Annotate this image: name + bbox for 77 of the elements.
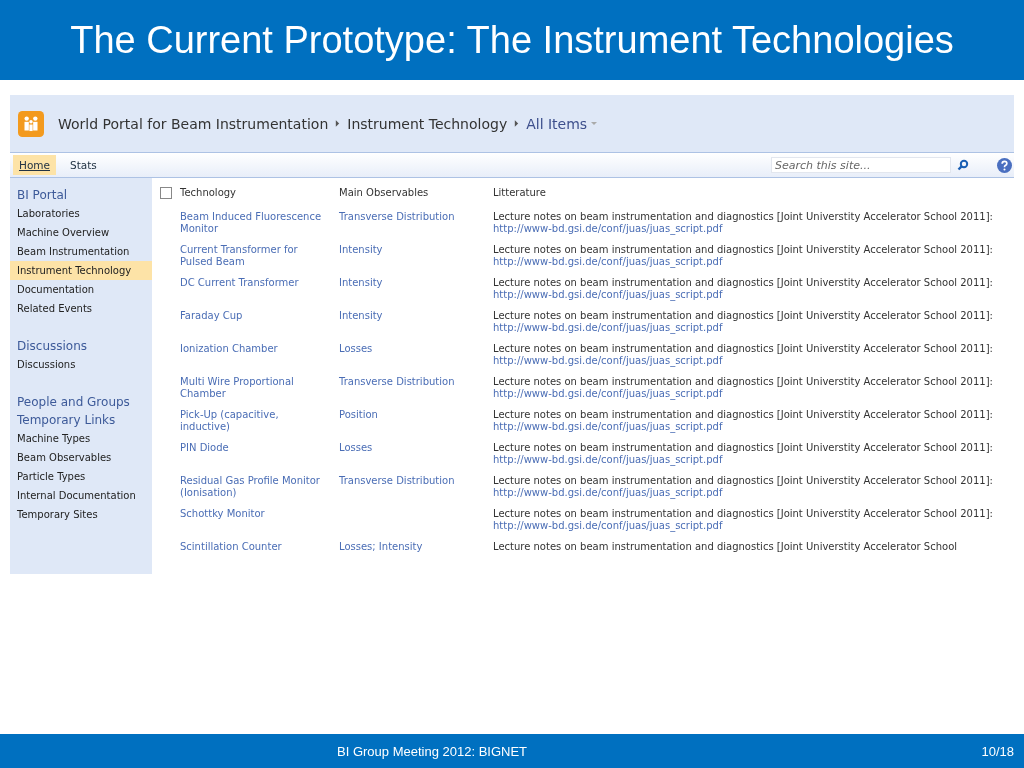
people-logo-icon	[18, 110, 44, 137]
sidebar-heading[interactable]: BI Portal	[10, 186, 152, 204]
technology-link[interactable]: Faraday Cup	[180, 310, 331, 322]
observables-cell: Transverse Distribution	[339, 376, 455, 387]
literature-cell: Lecture notes on beam instrumentation and diagnostics [Joint Universtity Accelerator School 2011]: http://www-bd.gsi.de/conf/juas/juas_script.pdf	[493, 244, 993, 267]
technology-link[interactable]: Pick-Up (capacitive, inductive)	[180, 409, 331, 433]
technology-link[interactable]: Beam Induced Fluorescence Monitor	[180, 211, 331, 235]
observables-cell: Intensity	[339, 310, 383, 321]
sidebar-item[interactable]: Particle Types	[10, 467, 152, 486]
technology-link[interactable]: Schottky Monitor	[180, 508, 331, 520]
search-icon[interactable]	[957, 159, 969, 171]
sidebar-item[interactable]: Machine Types	[10, 429, 152, 448]
technology-link[interactable]: Residual Gas Profile Monitor (Ionisation)	[180, 475, 331, 499]
literature-cell: Lecture notes on beam instrumentation and diagnostics [Joint Universtity Accelerator School 2011]: http://www-bd.gsi.de/conf/juas/juas_script.pdf	[493, 310, 993, 333]
slide-title: The Current Prototype: The Instrument Technologies	[70, 18, 954, 62]
technology-link[interactable]: PIN Diode	[180, 442, 331, 454]
literature-link[interactable]: http://www-bd.gsi.de/conf/juas/juas_script.pdf	[493, 223, 723, 234]
technology-link[interactable]: Ionization Chamber	[180, 343, 331, 355]
page-number: 10/18	[981, 743, 1014, 759]
technology-link[interactable]: Current Transformer for Pulsed Beam	[180, 244, 331, 268]
search-field[interactable]: Search this site...	[771, 157, 951, 173]
breadcrumb-arrow-icon	[514, 120, 520, 127]
observables-cell: Position	[339, 409, 378, 420]
column-header[interactable]: Main Observables	[339, 187, 429, 198]
observables-cell: Losses	[339, 442, 373, 453]
sidebar-item[interactable]: Discussions	[10, 355, 152, 374]
literature-link[interactable]: http://www-bd.gsi.de/conf/juas/juas_script.pdf	[493, 454, 723, 465]
literature-cell: Lecture notes on beam instrumentation and diagnostics [Joint Universtity Accelerator School 2011]: http://www-bd.gsi.de/conf/juas/juas_script.pdf	[493, 508, 993, 531]
footer-text: BI Group Meeting 2012: BIGNET	[337, 743, 528, 759]
literature-cell: Lecture notes on beam instrumentation and diagnostics [Joint Universtity Accelerator School 2011]: http://www-bd.gsi.de/conf/juas/juas_script.pdf	[493, 409, 993, 432]
literature-cell: Lecture notes on beam instrumentation and diagnostics [Joint Universtity Accelerator School 2011]: http://www-bd.gsi.de/conf/juas/juas_script.pdf	[493, 376, 993, 399]
sidebar-item[interactable]: Internal Documentation	[10, 486, 152, 505]
literature-cell: Lecture notes on beam instrumentation and diagnostics [Joint Universtity Accelerator School	[493, 541, 958, 552]
nav-tab[interactable]: Home	[13, 155, 56, 175]
breadcrumb-link[interactable]: Instrument Technology	[347, 115, 508, 132]
technology-link[interactable]: Scintillation Counter	[180, 541, 331, 553]
literature-link[interactable]: http://www-bd.gsi.de/conf/juas/juas_script.pdf	[493, 256, 723, 267]
literature-link[interactable]: http://www-bd.gsi.de/conf/juas/juas_script.pdf	[493, 289, 723, 300]
technology-link[interactable]: DC Current Transformer	[180, 277, 331, 289]
sidebar-item[interactable]: Documentation	[10, 280, 152, 299]
observables-cell: Intensity	[339, 244, 383, 255]
sidebar-heading[interactable]: People and Groups	[10, 393, 152, 411]
help-icon[interactable]	[997, 157, 1012, 173]
select-all-checkbox[interactable]	[160, 187, 172, 199]
literature-link[interactable]: http://www-bd.gsi.de/conf/juas/juas_script.pdf	[493, 421, 723, 432]
sidebar-item[interactable]: Laboratories	[10, 204, 152, 223]
observables-cell: Intensity	[339, 277, 383, 288]
caret-icon	[591, 122, 598, 125]
literature-cell: Lecture notes on beam instrumentation and diagnostics [Joint Universtity Accelerator School 2011]: http://www-bd.gsi.de/conf/juas/juas_script.pdf	[493, 343, 993, 366]
literature-link[interactable]: http://www-bd.gsi.de/conf/juas/juas_script.pdf	[493, 322, 723, 333]
column-header[interactable]: Technology	[180, 187, 236, 198]
literature-cell: Lecture notes on beam instrumentation and diagnostics [Joint Universtity Accelerator School 2011]: http://www-bd.gsi.de/conf/juas/juas_script.pdf	[493, 277, 993, 300]
observables-cell: Transverse Distribution	[339, 475, 455, 486]
sidebar-heading[interactable]: Temporary Links	[10, 411, 152, 429]
sidebar-heading[interactable]: Discussions	[10, 337, 152, 355]
sidebar-item[interactable]: Beam Observables	[10, 448, 152, 467]
sidebar-item[interactable]: Machine Overview	[10, 223, 152, 242]
literature-link[interactable]: http://www-bd.gsi.de/conf/juas/juas_script.pdf	[493, 388, 723, 399]
literature-link[interactable]: http://www-bd.gsi.de/conf/juas/juas_script.pdf	[493, 487, 723, 498]
observables-cell: Losses; Intensity	[339, 541, 423, 552]
literature-cell: Lecture notes on beam instrumentation and diagnostics [Joint Universtity Accelerator School 2011]: http://www-bd.gsi.de/conf/juas/juas_script.pdf	[493, 211, 993, 234]
literature-link[interactable]: http://www-bd.gsi.de/conf/juas/juas_script.pdf	[493, 520, 723, 531]
breadcrumb-arrow-icon	[335, 120, 341, 127]
sidebar-item[interactable]: Temporary Sites	[10, 505, 152, 524]
breadcrumb-link[interactable]: World Portal for Beam Instrumentation	[58, 115, 329, 132]
sidebar-item[interactable]: Related Events	[10, 299, 152, 318]
literature-cell: Lecture notes on beam instrumentation and diagnostics [Joint Universtity Accelerator School 2011]: http://www-bd.gsi.de/conf/juas/juas_script.pdf	[493, 475, 993, 498]
sidebar-item[interactable]: Instrument Technology	[10, 261, 152, 280]
nav-tab[interactable]: Stats	[64, 155, 103, 175]
column-header[interactable]: Litterature	[493, 187, 546, 198]
view-selector[interactable]: All Items	[526, 115, 588, 132]
literature-link[interactable]: http://www-bd.gsi.de/conf/juas/juas_script.pdf	[493, 355, 723, 366]
technology-link[interactable]: Multi Wire Proportional Chamber	[180, 376, 331, 400]
sidebar-item[interactable]: Beam Instrumentation	[10, 242, 152, 261]
literature-cell: Lecture notes on beam instrumentation and diagnostics [Joint Universtity Accelerator School 2011]: http://www-bd.gsi.de/conf/juas/juas_script.pdf	[493, 442, 993, 465]
observables-cell: Transverse Distribution	[339, 211, 455, 222]
observables-cell: Losses	[339, 343, 373, 354]
